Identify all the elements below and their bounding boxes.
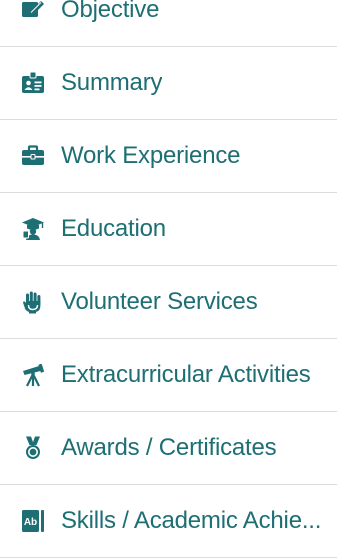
menu-item-label: Summary xyxy=(61,69,163,96)
medal-icon xyxy=(20,435,46,461)
edit-note-icon xyxy=(20,0,46,23)
menu-item-education[interactable]: Education xyxy=(0,193,337,266)
menu-item-label: Work Experience xyxy=(61,142,241,169)
svg-text:Ab: Ab xyxy=(24,517,37,528)
ab-badge-icon: Ab xyxy=(20,508,46,534)
section-menu: Objective Summary Work Experience Educat… xyxy=(0,0,337,558)
menu-item-label: Awards / Certificates xyxy=(61,434,277,461)
briefcase-icon xyxy=(20,143,46,169)
menu-item-label: Education xyxy=(61,215,166,242)
menu-item-objective[interactable]: Objective xyxy=(0,0,337,47)
menu-item-label: Volunteer Services xyxy=(61,288,258,315)
menu-item-volunteer-services[interactable]: Volunteer Services xyxy=(0,266,337,339)
telescope-icon xyxy=(20,362,46,388)
hand-icon xyxy=(20,289,46,315)
menu-item-skills-academic-achievements[interactable]: Ab Skills / Academic Achie... xyxy=(0,485,337,558)
menu-item-awards-certificates[interactable]: Awards / Certificates xyxy=(0,412,337,485)
id-badge-icon xyxy=(20,70,46,96)
menu-item-work-experience[interactable]: Work Experience xyxy=(0,120,337,193)
menu-item-label: Skills / Academic Achie... xyxy=(61,507,322,534)
menu-item-label: Extracurricular Activities xyxy=(61,361,311,388)
menu-item-extracurricular-activities[interactable]: Extracurricular Activities xyxy=(0,339,337,412)
graduate-icon xyxy=(20,216,46,242)
menu-item-summary[interactable]: Summary xyxy=(0,47,337,120)
menu-item-label: Objective xyxy=(61,0,160,23)
